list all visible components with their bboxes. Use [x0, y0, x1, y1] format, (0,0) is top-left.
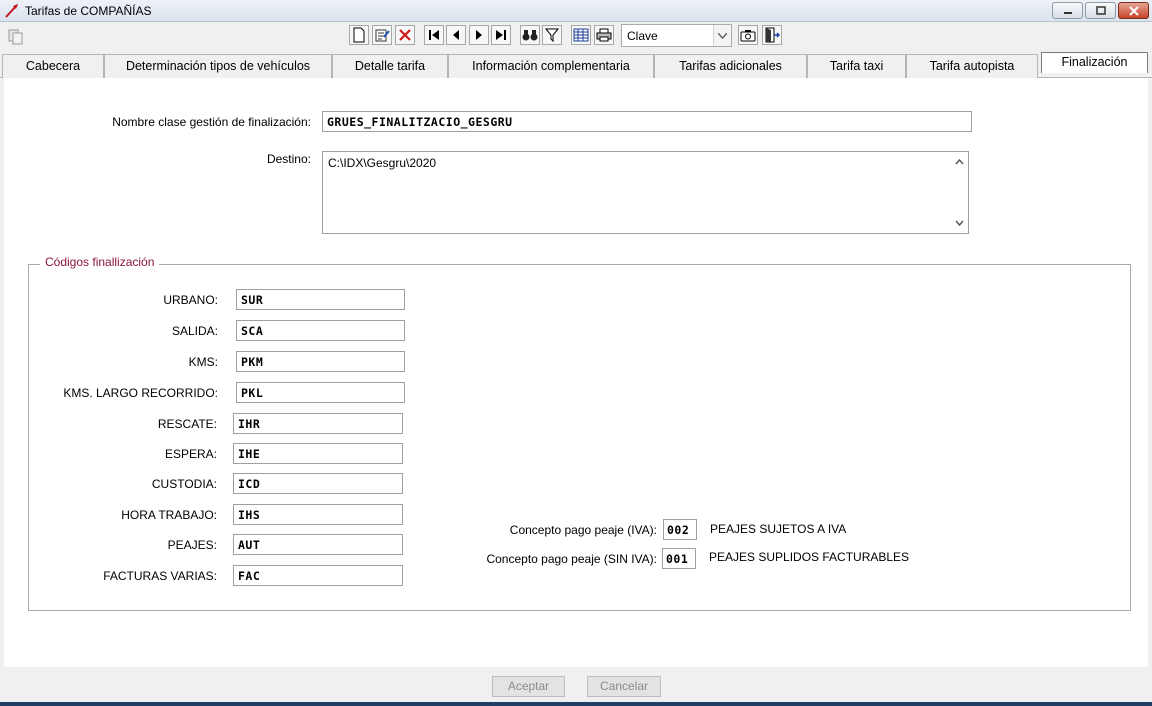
window-title: Tarifas de COMPAÑÍAS [25, 4, 152, 18]
destino-scrollbar[interactable] [951, 152, 968, 233]
peajes-label: PEAJES: [167, 538, 217, 552]
peajes-input[interactable]: AUT [233, 534, 403, 555]
espera-label: ESPERA: [164, 447, 217, 461]
peaje-sin-iva-input[interactable]: 001 [662, 548, 696, 569]
exit-door-icon [765, 27, 780, 43]
clase-gestion-label: Nombre clase gestión de finalización: [112, 115, 311, 129]
sort-key-select[interactable]: Clave [621, 24, 732, 47]
peaje-sin-iva-label: Concepto pago peaje (SIN IVA): [486, 552, 657, 566]
first-icon [429, 30, 439, 40]
tab-strip: Cabecera Determinación tipos de vehículo… [0, 52, 1152, 78]
tab-detalle-tarifa[interactable]: Detalle tarifa [332, 54, 448, 78]
filter-icon [545, 28, 559, 42]
maximize-icon [1095, 6, 1106, 15]
new-button[interactable] [349, 25, 369, 45]
exit-button[interactable] [762, 25, 782, 45]
kms-label: KMS: [188, 355, 218, 369]
printer-icon [596, 28, 612, 42]
next-record-button[interactable] [469, 25, 489, 45]
tab-tarifa-autopista[interactable]: Tarifa autopista [906, 54, 1038, 78]
accept-button[interactable]: Aceptar [492, 676, 565, 697]
print-button[interactable] [594, 25, 614, 45]
destino-value: C:\IDX\Gesgru\2020 [328, 156, 437, 170]
peaje-sin-iva-description: PEAJES SUPLIDOS FACTURABLES [709, 550, 910, 564]
codigos-legend: Códigos finallización [40, 255, 160, 269]
clase-gestion-input[interactable]: GRUES_FINALITZACIO_GESGRU [322, 111, 972, 132]
tab-tarifas-adicionales[interactable]: Tarifas adicionales [654, 54, 807, 78]
window-bottom-edge [0, 702, 1152, 706]
kms-largo-recorrido-input[interactable]: PKL [236, 382, 405, 403]
scroll-down-icon[interactable] [951, 215, 968, 231]
salida-label: SALIDA: [171, 324, 218, 338]
hora-trabajo-input[interactable]: IHS [233, 504, 403, 525]
hora-trabajo-label: HORA TRABAJO: [121, 508, 217, 522]
delete-icon [399, 29, 411, 41]
first-record-button[interactable] [424, 25, 444, 45]
button-bar: Aceptar Cancelar [0, 667, 1152, 706]
destino-textarea[interactable]: C:\IDX\Gesgru\2020 [322, 151, 969, 234]
facturas-varias-input[interactable]: FAC [233, 565, 403, 586]
urbano-input[interactable]: SUR [236, 289, 405, 310]
edit-button[interactable] [372, 25, 392, 45]
urbano-label: URBANO: [163, 293, 218, 307]
rescate-label: RESCATE: [157, 417, 217, 431]
custodia-label: CUSTODIA: [151, 477, 217, 491]
peaje-iva-label: Concepto pago peaje (IVA): [509, 523, 657, 537]
sort-key-value: Clave [627, 29, 658, 43]
finalizacion-panel: Nombre clase gestión de finalización: GR… [4, 78, 1148, 667]
tab-finalizacion[interactable]: Finalización [1041, 52, 1148, 73]
scroll-up-icon[interactable] [951, 154, 968, 170]
peaje-iva-input[interactable]: 002 [663, 519, 697, 540]
binoculars-icon [522, 30, 538, 41]
last-icon [496, 30, 506, 40]
cancel-button[interactable]: Cancelar [587, 676, 661, 697]
camera-icon [740, 29, 756, 41]
close-icon [1128, 5, 1139, 16]
title-bar: Tarifas de COMPAÑÍAS [0, 0, 1152, 22]
previous-icon [453, 30, 459, 40]
filter-button[interactable] [542, 25, 562, 45]
tab-informacion-complementaria[interactable]: Información complementaria [448, 54, 654, 78]
salida-input[interactable]: SCA [236, 320, 405, 341]
search-button[interactable] [520, 25, 540, 45]
edit-icon [375, 29, 390, 42]
espera-input[interactable]: IHE [233, 443, 403, 464]
rescate-input[interactable]: IHR [233, 413, 403, 434]
next-icon [476, 30, 482, 40]
chevron-down-icon[interactable] [713, 25, 731, 46]
close-button[interactable] [1118, 2, 1149, 19]
minimize-icon [1063, 11, 1072, 14]
maximize-button[interactable] [1085, 2, 1116, 19]
camera-button[interactable] [738, 25, 758, 45]
new-document-icon [353, 27, 365, 43]
minimize-button[interactable] [1052, 2, 1083, 19]
delete-button[interactable] [395, 25, 415, 45]
peaje-iva-description: PEAJES SUJETOS A IVA [710, 522, 847, 536]
app-icon [5, 4, 18, 18]
kms-largo-recorrido-label: KMS. LARGO RECORRIDO: [63, 386, 218, 400]
custodia-input[interactable]: ICD [233, 473, 403, 494]
tab-cabecera[interactable]: Cabecera [2, 54, 104, 78]
grid-view-button[interactable] [571, 25, 591, 45]
destino-label: Destino: [266, 152, 311, 166]
copy-icon[interactable] [6, 28, 26, 46]
kms-input[interactable]: PKM [236, 351, 405, 372]
facturas-varias-label: FACTURAS VARIAS: [103, 569, 217, 583]
tab-determinacion-vehiculos[interactable]: Determinación tipos de vehículos [104, 54, 332, 78]
grid-icon [573, 28, 589, 42]
tab-tarifa-taxi[interactable]: Tarifa taxi [807, 54, 906, 78]
toolbar: Clave [0, 22, 1152, 50]
previous-record-button[interactable] [446, 25, 466, 45]
last-record-button[interactable] [491, 25, 511, 45]
